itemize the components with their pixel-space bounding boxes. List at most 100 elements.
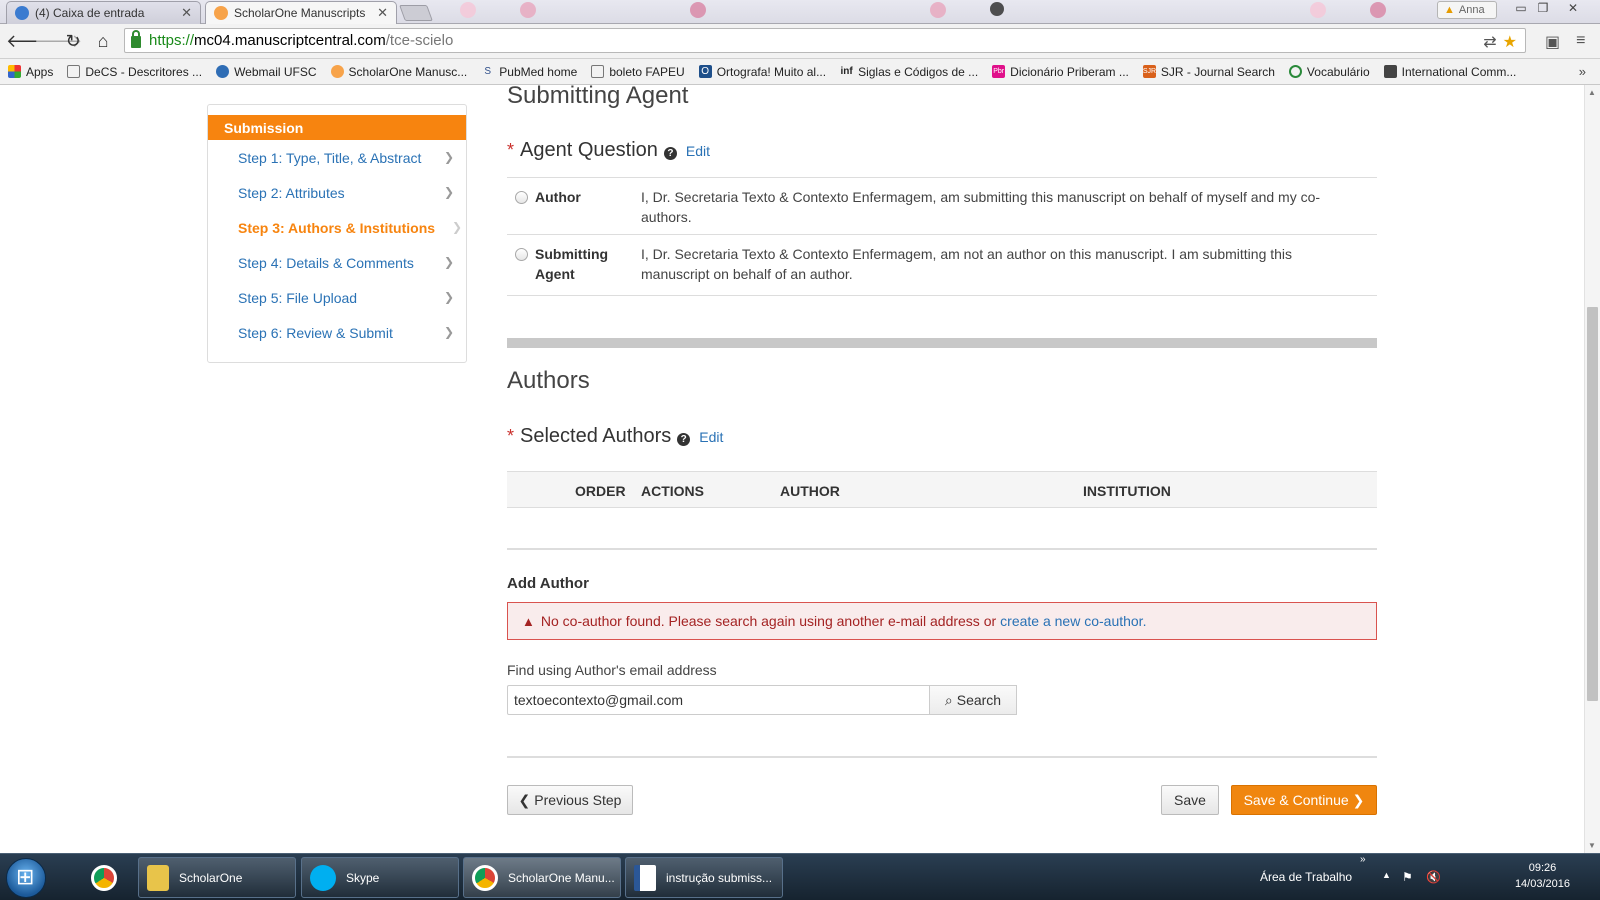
close-window-button[interactable]: ✕ [1562,1,1584,17]
chevron-right-icon: ❯ [443,255,454,269]
back-button[interactable]: 🡐 [6,30,54,52]
translate-icon[interactable]: ⇄ [1483,32,1496,52]
extension-icon[interactable]: ▣ [1545,32,1560,52]
submitting-agent-radio[interactable] [515,248,528,261]
desktop-toolbar-label[interactable]: Área de Trabalho [1260,870,1352,884]
scroll-down-icon[interactable]: ▼ [1588,841,1596,850]
column-header-author: AUTHOR [780,483,840,499]
chevron-left-icon: ❮ [518,791,531,808]
bookmark-priberam[interactable]: Pbr Dicionário Priberam ... [992,65,1129,79]
step-label: Step 1: Type, Title, & Abstract [238,149,422,166]
bookmark-siglas[interactable]: inf Siglas e Códigos de ... [840,65,978,79]
scroll-up-icon[interactable]: ▲ [1588,88,1596,97]
warning-icon: ▲ [522,613,535,629]
help-icon[interactable]: ? [663,147,677,160]
sidebar-step-1[interactable]: Step 1: Type, Title, & Abstract ❯ [208,140,466,175]
taskbar-item-scholarone-chrome[interactable]: ScholarOne Manu... [463,857,621,898]
tab-title: (4) Caixa de entrada [35,6,145,20]
section-divider [507,756,1377,758]
decorative-flower-icon [690,2,706,18]
bookmark-star-icon[interactable]: ★ [1503,32,1517,52]
url-path: /tce-scielo [385,32,454,49]
save-continue-button[interactable]: Save & Continue ❯ [1231,785,1377,815]
folder-icon [147,864,169,891]
sidebar-step-4[interactable]: Step 4: Details & Comments ❯ [208,245,466,280]
restore-button[interactable]: ❐ [1534,1,1552,17]
bookmark-pubmed[interactable]: S PubMed home [481,65,577,79]
bookmark-decs[interactable]: DeCS - Descritores ... [67,65,202,79]
browser-toolbar: 🡐 🡒 ↻ ⌂ https:// mc04.manuscriptcentral.… [0,24,1600,59]
webmail-icon [216,65,230,78]
scrollbar-thumb[interactable] [1587,307,1598,701]
author-radio[interactable] [515,191,528,204]
authors-title: Authors [507,367,590,394]
taskbar-item-scholarone-folder[interactable]: ScholarOne [138,857,296,898]
bookmark-label: DeCS - Descritores ... [85,64,203,79]
apps-grid-icon [8,65,21,78]
bookmarks-bar: Apps DeCS - Descritores ... Webmail UFSC… [0,59,1600,85]
show-hidden-icons[interactable]: ▲ [1382,870,1391,880]
taskbar-item-skype[interactable]: Skype [301,857,459,898]
taskbar-chrome-pinned[interactable] [74,857,134,898]
bookmark-ortografa[interactable]: O Ortografa! Muito al... [698,65,826,79]
chevron-right-icon: ❯ [443,185,454,199]
profile-button[interactable]: ▲ Anna [1437,1,1497,19]
vertical-scrollbar[interactable]: ▲ ▼ [1584,85,1600,853]
taskbar-item-label: Skype [346,870,380,885]
author-email-input[interactable] [507,685,930,715]
save-label: Save [1174,792,1206,808]
create-coauthor-link[interactable]: create a new co-author. [1000,613,1146,629]
selected-authors-edit-link[interactable]: Edit [699,429,723,445]
help-icon[interactable]: ? [677,433,691,446]
agent-option-author[interactable]: Author I, Dr. Secretaria Texto & Context… [507,178,1377,235]
reload-button[interactable]: ↻ [62,30,84,52]
tab-caixa-de-entrada[interactable]: (4) Caixa de entrada ✕ [6,1,201,24]
taskbar-item-label: instrução submiss... [666,870,773,885]
bookmark-boleto[interactable]: boleto FAPEU [591,64,685,79]
find-email-label: Find using Author's email address [507,662,717,678]
system-clock[interactable]: 09:26 14/03/2016 [1515,860,1570,892]
vocabulario-icon [1288,65,1302,78]
warning-icon: ▲ [1444,4,1455,16]
new-tab-button[interactable] [399,5,433,21]
agent-question-edit-link[interactable]: Edit [686,143,710,159]
taskbar-item-word[interactable]: instrução submiss... [625,857,783,898]
agent-option-submitting-agent[interactable]: Submitting Agent I, Dr. Secretaria Texto… [507,235,1377,296]
home-button[interactable]: ⌂ [92,30,114,52]
minimize-button[interactable]: ▭ [1512,1,1530,17]
close-icon[interactable]: ✕ [181,5,192,21]
browser-tab-strip: (4) Caixa de entrada ✕ ScholarOne Manusc… [0,0,1600,24]
toolbar-expand-icon[interactable]: » [1360,854,1366,865]
forward-button[interactable]: 🡒 [34,30,82,52]
search-button[interactable]: ⌕ Search [929,685,1017,715]
more-bookmarks-icon[interactable]: » [1579,64,1586,79]
volume-muted-icon[interactable]: 🔇 [1426,870,1441,884]
save-button[interactable]: Save [1161,785,1219,815]
bookmark-label: boleto FAPEU [609,64,685,79]
bookmark-label: Webmail UFSC [234,64,317,79]
agent-option-label: Author [535,189,581,205]
column-header-institution: INSTITUTION [1083,483,1171,499]
address-bar[interactable]: https:// mc04.manuscriptcentral.com /tce… [124,28,1526,53]
sidebar-step-2[interactable]: Step 2: Attributes ❯ [208,175,466,210]
sidebar-step-3[interactable]: Step 3: Authors & Institutions ❯ [208,210,466,245]
action-center-icon[interactable]: ⚑ [1402,870,1413,884]
previous-step-button[interactable]: ❮ Previous Step [507,785,633,815]
bookmark-international[interactable]: International Comm... [1383,65,1516,79]
bookmark-label: Apps [26,64,54,79]
bookmark-vocabulario[interactable]: Vocabulário [1288,65,1370,79]
page-icon [67,65,81,78]
required-marker: * [507,140,515,160]
agent-option-label: Submitting Agent [535,246,609,282]
close-icon[interactable]: ✕ [377,5,388,21]
sidebar-step-6[interactable]: Step 6: Review & Submit ❯ [208,315,466,350]
start-button[interactable] [6,858,46,898]
chrome-icon [91,864,117,891]
bookmark-webmail[interactable]: Webmail UFSC [216,64,317,79]
bookmark-sjr[interactable]: SJR SJR - Journal Search [1142,65,1275,79]
bookmark-scholarone[interactable]: ScholarOne Manusc... [330,65,467,79]
bookmark-apps[interactable]: Apps [8,65,53,79]
tab-scholarone[interactable]: ScholarOne Manuscripts ✕ [205,1,397,24]
menu-icon[interactable]: ≡ [1576,32,1585,52]
sidebar-step-5[interactable]: Step 5: File Upload ❯ [208,280,466,315]
